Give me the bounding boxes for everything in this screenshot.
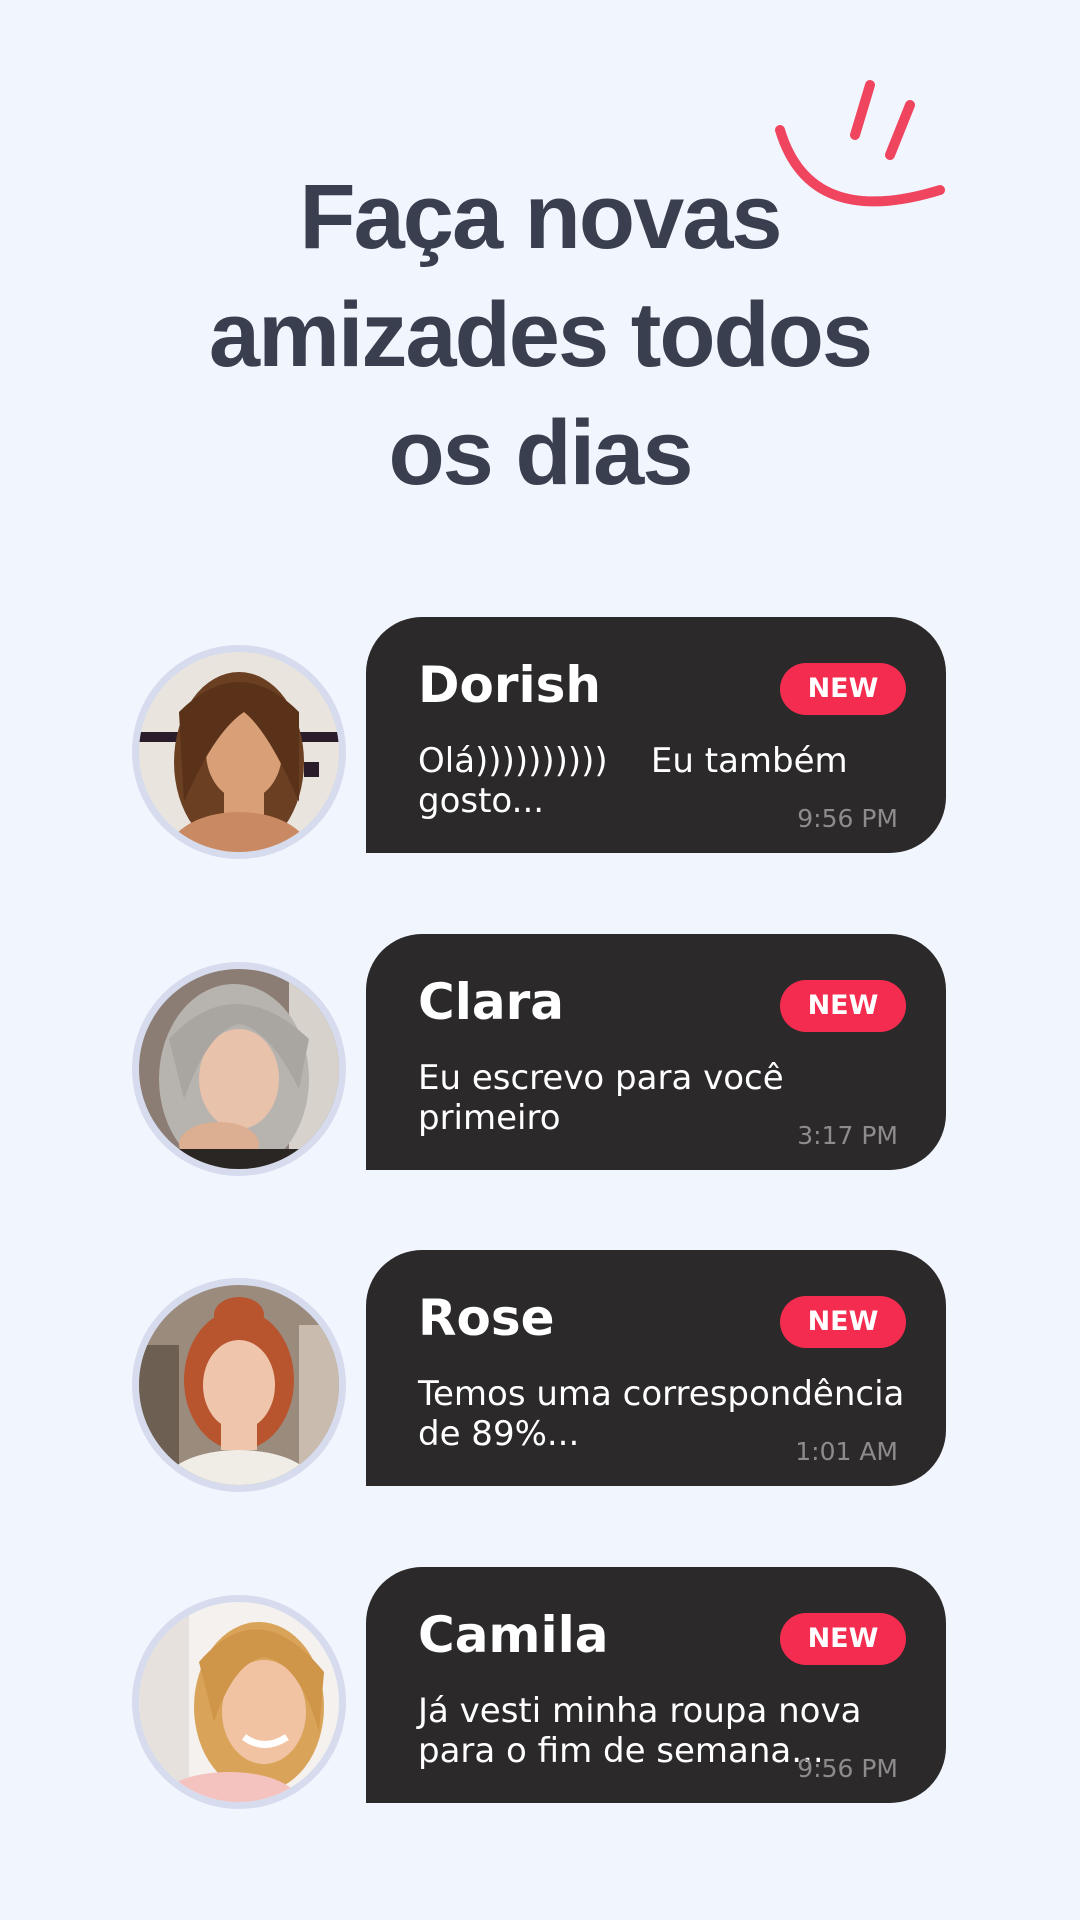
contact-name: Dorish — [418, 656, 602, 714]
contact-name: Camila — [418, 1606, 609, 1664]
profile-photo-icon — [139, 1602, 339, 1802]
message-time: 9:56 PM — [797, 804, 898, 833]
chat-row[interactable]: Clara NEW Eu escrevo para você primeiro … — [0, 934, 1080, 1176]
message-time: 3:17 PM — [797, 1121, 898, 1150]
new-badge: NEW — [780, 1613, 906, 1665]
smile-icon — [775, 80, 945, 207]
message-bubble[interactable]: Dorish NEW Olá)))))))))) Eu também gosto… — [366, 617, 946, 853]
chat-row[interactable]: Dorish NEW Olá)))))))))) Eu também gosto… — [0, 617, 1080, 859]
profile-photo-icon — [139, 652, 339, 852]
message-bubble[interactable]: Clara NEW Eu escrevo para você primeiro … — [366, 934, 946, 1170]
avatar[interactable] — [132, 1278, 346, 1492]
message-bubble[interactable]: Rose NEW Temos uma correspondência de 89… — [366, 1250, 946, 1486]
profile-photo-icon — [139, 969, 339, 1169]
message-time: 9:56 PM — [797, 1754, 898, 1783]
profile-photo-icon — [139, 1285, 339, 1485]
avatar[interactable] — [132, 645, 346, 859]
new-badge: NEW — [780, 663, 906, 715]
avatar[interactable] — [132, 1595, 346, 1809]
message-bubble[interactable]: Camila NEW Já vesti minha roupa nova par… — [366, 1567, 946, 1803]
avatar[interactable] — [132, 962, 346, 1176]
new-badge: NEW — [780, 1296, 906, 1348]
chat-row[interactable]: Camila NEW Já vesti minha roupa nova par… — [0, 1567, 1080, 1809]
title-line-3: os dias — [388, 402, 693, 504]
new-badge: NEW — [780, 980, 906, 1032]
title-line-2: amizades todos — [208, 284, 873, 386]
chat-row[interactable]: Rose NEW Temos uma correspondência de 89… — [0, 1250, 1080, 1492]
contact-name: Clara — [418, 973, 564, 1031]
message-time: 1:01 AM — [795, 1437, 898, 1466]
contact-name: Rose — [418, 1289, 555, 1347]
